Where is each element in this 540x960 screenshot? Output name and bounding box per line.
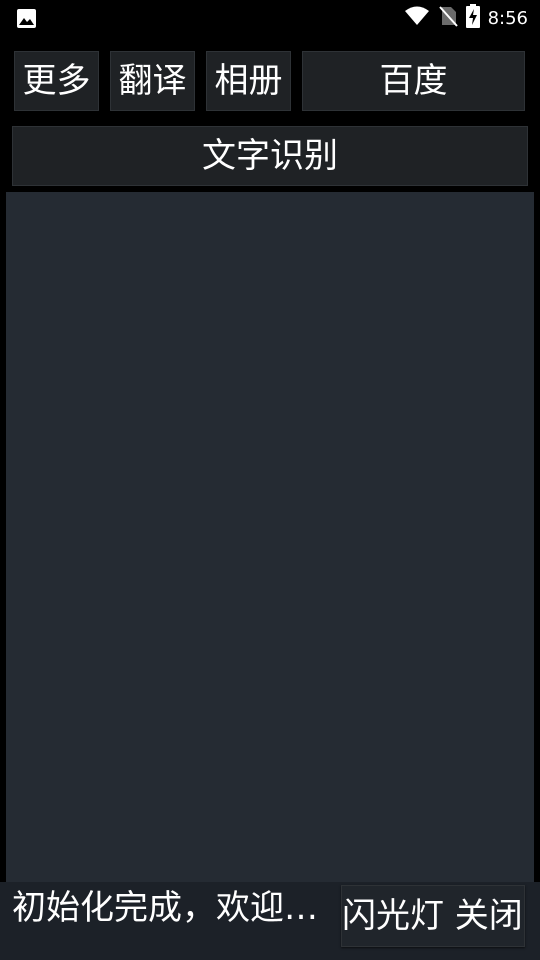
translate-button[interactable]: 翻译 (110, 51, 195, 111)
no-sim-icon (438, 5, 458, 31)
text-recognition-button[interactable]: 文字识别 (12, 126, 528, 186)
status-bar: 8:56 (0, 0, 540, 36)
image-icon (16, 8, 37, 29)
wifi-icon (404, 6, 430, 30)
flash-toggle-button[interactable]: 闪光灯 关闭 (341, 885, 525, 947)
status-message: 初始化完成，欢迎… (12, 888, 318, 928)
battery-charging-icon (465, 4, 480, 32)
clock: 8:56 (487, 7, 528, 29)
more-button[interactable]: 更多 (14, 51, 99, 111)
camera-preview[interactable] (6, 192, 534, 882)
album-button[interactable]: 相册 (206, 51, 291, 111)
status-icons: 8:56 (404, 0, 528, 36)
baidu-button[interactable]: 百度 (302, 51, 525, 111)
